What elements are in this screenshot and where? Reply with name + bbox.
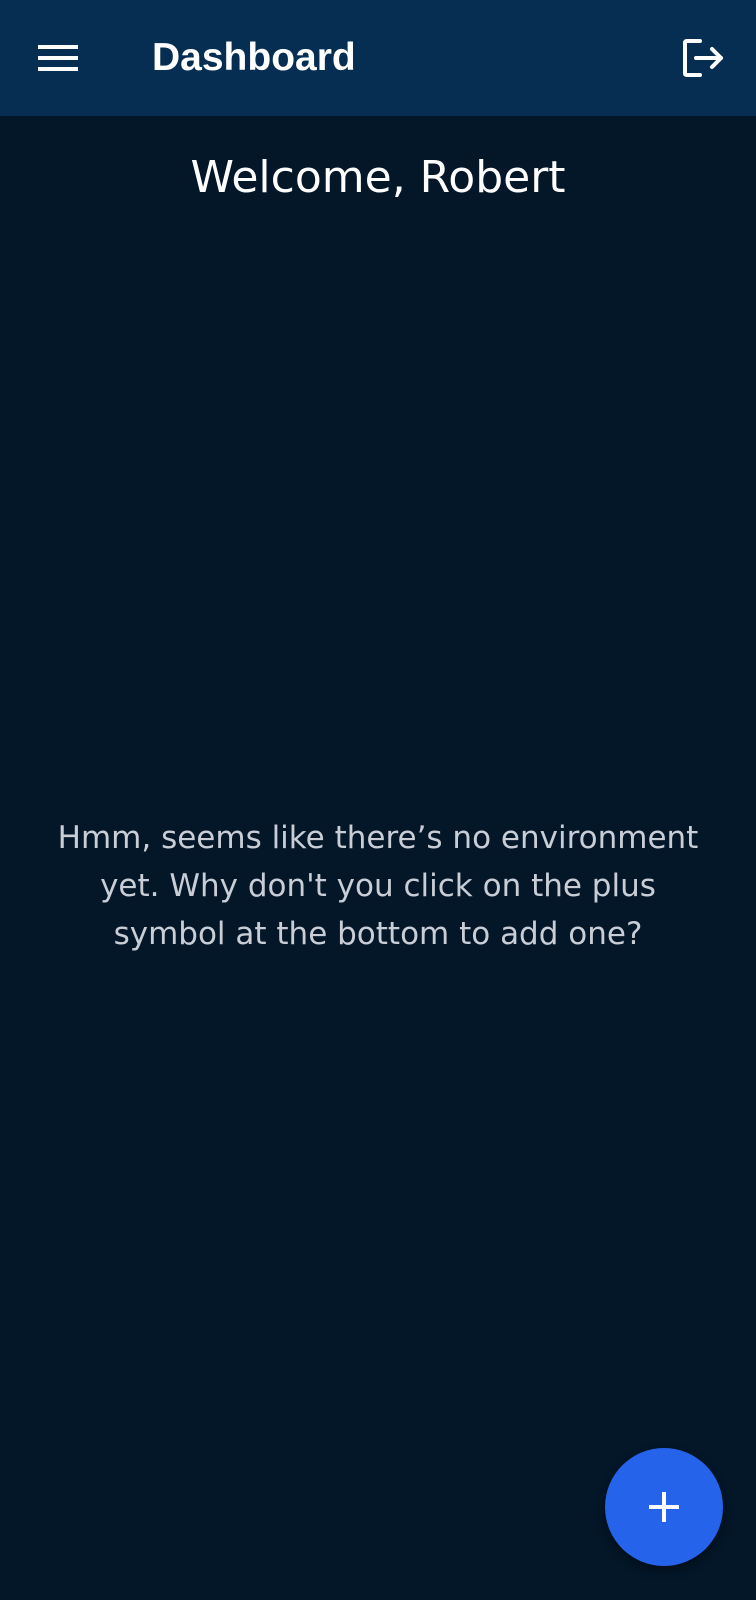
logout-icon — [683, 39, 723, 77]
app-bar: Dashboard — [0, 0, 756, 116]
logout-button[interactable] — [672, 30, 736, 86]
empty-state-message: Hmm, seems like there’s no environment y… — [57, 820, 699, 952]
page-title: Dashboard — [152, 36, 356, 79]
add-environment-button[interactable] — [605, 1448, 723, 1566]
plus-icon — [649, 1492, 679, 1522]
welcome-heading: Welcome, Robert — [190, 152, 566, 203]
menu-button[interactable] — [26, 30, 90, 86]
menu-icon — [38, 45, 78, 71]
